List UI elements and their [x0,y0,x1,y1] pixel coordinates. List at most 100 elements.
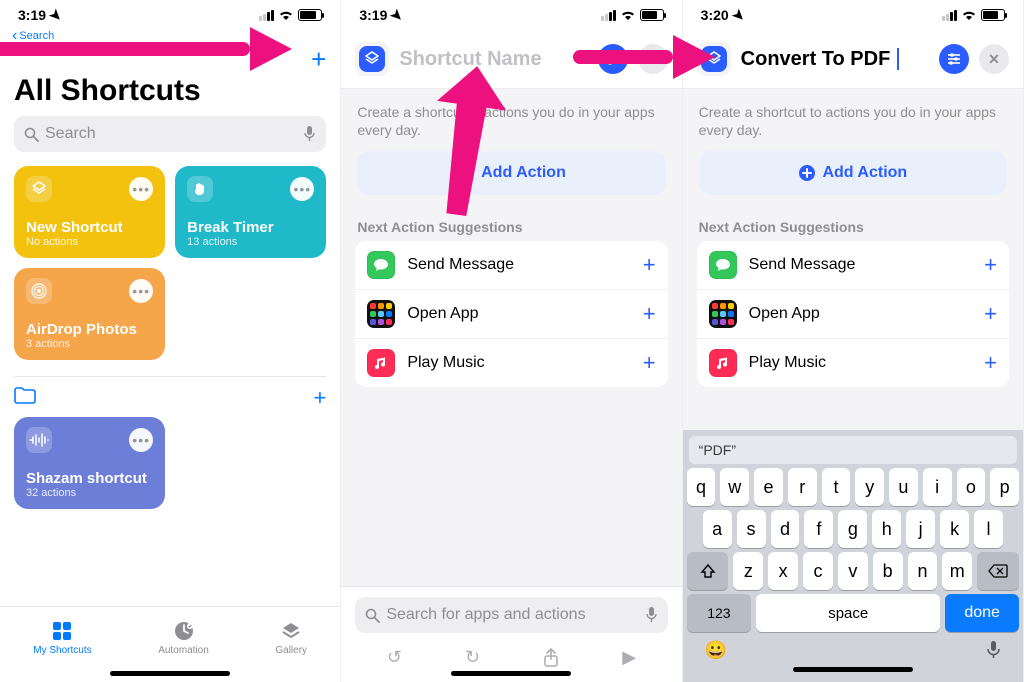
redo-button[interactable]: ↻ [465,647,480,668]
emoji-key[interactable]: 😀 [705,640,727,661]
key[interactable]: p [990,468,1019,506]
key[interactable]: w [720,468,749,506]
key[interactable]: l [974,510,1003,548]
status-bar: 3:19 ➤ [0,0,340,30]
actions-search-input[interactable]: Search for apps and actions [355,597,667,633]
messages-icon [709,251,737,279]
suggestion-item[interactable]: Send Message + [697,241,1009,290]
key[interactable]: c [803,552,833,590]
key[interactable]: k [940,510,969,548]
dictate-key[interactable] [986,640,1001,661]
add-suggestion-button[interactable]: + [984,350,997,376]
key[interactable]: t [822,468,851,506]
suggestion-item[interactable]: Play Music + [697,339,1009,387]
dictate-icon[interactable] [303,125,316,143]
gallery-icon [279,620,303,642]
add-in-folder-button[interactable]: + [313,387,326,409]
wifi-icon [278,9,294,21]
add-suggestion-button[interactable]: + [643,301,656,327]
folder-icon[interactable] [14,387,36,409]
shortcut-badge[interactable] [355,42,389,76]
key[interactable]: i [923,468,952,506]
close-button[interactable]: ✕ [979,44,1009,74]
space-key[interactable]: space [756,594,940,632]
key[interactable]: m [942,552,972,590]
run-button[interactable]: ▶ [622,647,636,668]
card-menu-button[interactable]: ••• [290,177,314,201]
key[interactable]: o [957,468,986,506]
add-suggestion-button[interactable]: + [984,252,997,278]
suggestion-label: Play Music [749,354,826,372]
key[interactable]: g [838,510,867,548]
shortcut-icon [26,176,52,202]
dictate-icon[interactable] [645,606,658,624]
suggestion-item[interactable]: Open App + [355,290,667,339]
undo-button[interactable]: ↺ [387,647,402,668]
key[interactable]: z [733,552,763,590]
status-bar: 3:20➤ [683,0,1023,30]
card-menu-button[interactable]: ••• [129,177,153,201]
add-suggestion-button[interactable]: + [643,350,656,376]
home-indicator[interactable] [451,671,571,676]
key[interactable]: f [804,510,833,548]
shortcut-name-input[interactable]: Convert To PDF [741,48,929,71]
location-icon: ➤ [387,5,407,25]
key[interactable]: h [872,510,901,548]
keyboard-row-1: q w e r t y u i o p [687,468,1019,506]
suggestion-label: Send Message [407,256,514,274]
home-indicator[interactable] [793,667,913,672]
keyboard: “PDF” q w e r t y u i o p a s d f g h j [683,430,1023,682]
key[interactable]: u [889,468,918,506]
key[interactable]: e [754,468,783,506]
close-button[interactable]: ✕ [638,44,668,74]
tab-my-shortcuts[interactable]: My Shortcuts [33,620,91,656]
key[interactable]: y [855,468,884,506]
key[interactable]: s [737,510,766,548]
shortcut-card[interactable]: ••• AirDrop Photos 3 actions [14,268,165,360]
key[interactable]: j [906,510,935,548]
key[interactable]: d [771,510,800,548]
card-menu-button[interactable]: ••• [129,428,153,452]
key[interactable]: q [687,468,716,506]
card-menu-button[interactable]: ••• [129,279,153,303]
annotation-arrow [431,66,511,226]
backspace-key[interactable] [977,552,1019,590]
tab-bar: My Shortcuts Automation Gallery [0,606,340,668]
keyboard-prediction[interactable]: “PDF” [689,436,1017,464]
key[interactable]: r [788,468,817,506]
status-time: 3:20 [701,7,729,23]
tab-automation[interactable]: Automation [158,620,209,656]
battery-icon [298,9,322,21]
share-button[interactable] [543,648,559,668]
shortcut-card[interactable]: ••• Shazam shortcut 32 actions [14,417,165,509]
add-action-button[interactable]: Add Action [699,151,1007,195]
app-grid-icon [367,300,395,328]
card-title: Shazam shortcut [26,470,153,487]
suggestion-item[interactable]: Open App + [697,290,1009,339]
shift-key[interactable] [687,552,729,590]
search-input[interactable]: Search [14,116,326,152]
suggestion-label: Send Message [749,256,856,274]
add-shortcut-button[interactable]: + [311,48,326,70]
key[interactable]: v [838,552,868,590]
key[interactable]: n [908,552,938,590]
tab-gallery[interactable]: Gallery [275,620,307,656]
settings-button[interactable] [598,44,628,74]
settings-button[interactable] [939,44,969,74]
shortcut-card[interactable]: ••• New Shortcut No actions [14,166,165,258]
key[interactable]: a [703,510,732,548]
add-action-button[interactable]: Add Action [357,151,665,195]
suggestion-item[interactable]: Send Message + [355,241,667,290]
app-grid-icon [709,300,737,328]
shortcut-card[interactable]: ••• Break Timer 13 actions [175,166,326,258]
key[interactable]: x [768,552,798,590]
suggestion-item[interactable]: Play Music + [355,339,667,387]
back-to-search[interactable]: Search [0,30,340,44]
add-suggestion-button[interactable]: + [984,301,997,327]
home-indicator[interactable] [110,671,230,676]
add-suggestion-button[interactable]: + [643,252,656,278]
done-key[interactable]: done [945,594,1019,632]
shortcut-badge[interactable] [697,42,731,76]
key[interactable]: b [873,552,903,590]
numbers-key[interactable]: 123 [687,594,751,632]
